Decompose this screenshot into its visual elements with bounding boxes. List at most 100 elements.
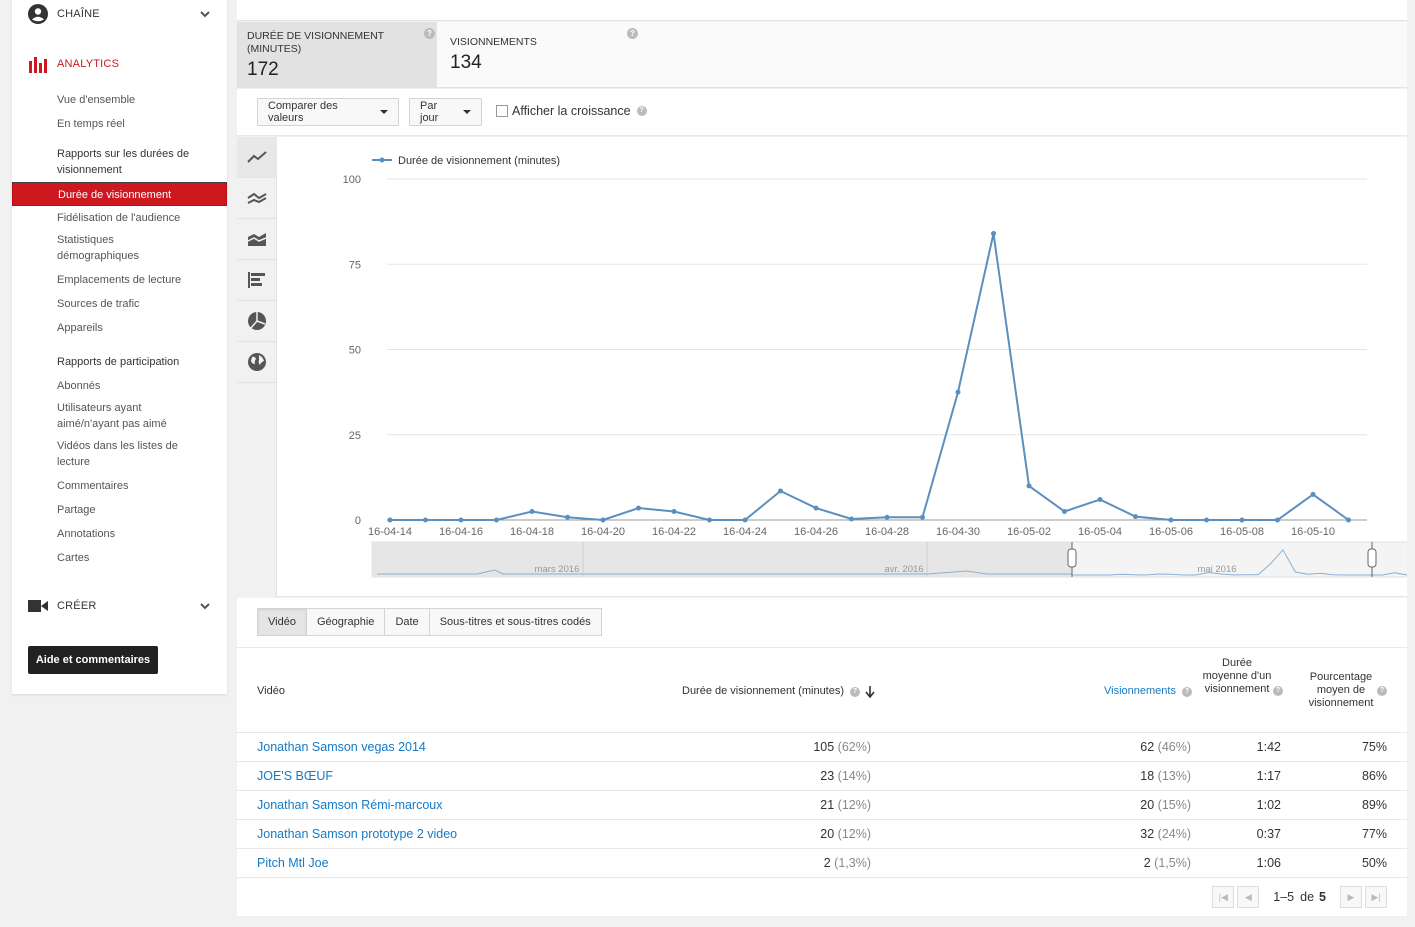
period-dropdown[interactable]: Par jour: [409, 98, 482, 126]
chevron-down-icon[interactable]: [199, 600, 211, 612]
nav-cards[interactable]: Cartes: [57, 550, 222, 566]
help-icon[interactable]: ?: [1377, 686, 1387, 696]
last-page-button[interactable]: ▶|: [1365, 886, 1387, 908]
multiline-chart-button[interactable]: [237, 178, 277, 219]
prev-page-button[interactable]: ◀: [1237, 886, 1260, 908]
watch-value: 21: [820, 798, 835, 812]
tab-date[interactable]: Date: [384, 608, 430, 636]
stacked-area-icon: [247, 233, 267, 246]
y-tick-label: 75: [349, 259, 361, 271]
help-icon[interactable]: ?: [636, 106, 647, 116]
data-point: [1097, 497, 1103, 503]
next-page-button[interactable]: ▶: [1340, 886, 1362, 908]
line-chart-icon: [247, 151, 267, 163]
nav-likes[interactable]: Utilisateurs ayant aimé/n'ayant pas aimé: [57, 400, 182, 432]
watch-cell: 20 (12%): [820, 827, 871, 841]
col-avg-label: Durée moyenne d'un visionnement: [1202, 657, 1272, 695]
table-header: Vidéo Durée de visionnement (minutes) ? …: [237, 647, 1407, 733]
nav-demographics[interactable]: Statistiques démographiques: [57, 232, 167, 264]
nav-devices[interactable]: Appareils: [57, 320, 222, 336]
x-tick-label: 16-04-18: [510, 526, 554, 538]
analytics-section[interactable]: ANALYTICS: [12, 52, 227, 76]
video-title-link[interactable]: Jonathan Samson Rémi-marcoux: [257, 798, 443, 812]
data-point: [494, 517, 499, 523]
channel-label: CHAÎNE: [57, 8, 100, 20]
col-views[interactable]: Visionnements ?: [1104, 685, 1192, 698]
first-page-button[interactable]: |◀: [1212, 886, 1235, 908]
nav-comments[interactable]: Commentaires: [57, 478, 222, 494]
nav-sharing[interactable]: Partage: [57, 502, 222, 518]
nav-traffic-sources[interactable]: Sources de trafic: [57, 296, 222, 312]
col-pct-label: Pourcentage moyen de visionnement: [1308, 671, 1374, 709]
tab-subtitles[interactable]: Sous-titres et sous-titres codés: [428, 608, 602, 636]
nav-overview[interactable]: Vue d'ensemble: [57, 92, 222, 108]
channel-section[interactable]: CHAÎNE: [12, 2, 227, 26]
help-feedback-button[interactable]: Aide et commentaires: [28, 646, 158, 674]
col-video[interactable]: Vidéo: [257, 685, 285, 698]
col-avg-percentage[interactable]: Pourcentage moyen de visionnement: [1299, 671, 1383, 710]
caret-down-icon: [380, 110, 388, 114]
col-watch-time[interactable]: Durée de visionnement (minutes) ?: [682, 685, 875, 698]
views-percent: (13%): [1157, 769, 1191, 783]
y-tick-label: 0: [355, 515, 361, 527]
help-icon[interactable]: ?: [850, 686, 861, 697]
line-chart-button[interactable]: [237, 137, 277, 178]
chart-controls: Comparer des valeurs Par jour Afficher l…: [237, 89, 1407, 136]
data-point: [813, 505, 819, 511]
views-cell: 20 (15%): [1140, 798, 1191, 812]
pie-chart-icon: [248, 312, 266, 330]
data-point: [707, 517, 712, 523]
table-row: JOE'S BŒUF 23 (14%) 18 (13%) 1:17 86%: [237, 762, 1407, 791]
nav-realtime[interactable]: En temps réel: [57, 116, 222, 132]
watch-percent: (62%): [837, 740, 871, 754]
watch-cell: 21 (12%): [820, 798, 871, 812]
help-icon[interactable]: ?: [424, 28, 435, 39]
video-title-link[interactable]: Jonathan Samson prototype 2 video: [257, 827, 457, 841]
pie-chart-button[interactable]: [237, 301, 277, 342]
map-chart-button[interactable]: [237, 342, 277, 383]
avg-percent-cell: 75%: [1361, 740, 1387, 754]
data-point: [884, 514, 890, 520]
data-point: [742, 517, 748, 523]
data-point: [778, 488, 783, 494]
x-tick-label: 16-05-04: [1078, 526, 1122, 538]
x-tick-label: 16-04-28: [865, 526, 909, 538]
video-title-link[interactable]: JOE'S BŒUF: [257, 769, 333, 783]
avg-duration-cell: 0:37: [1256, 827, 1281, 841]
help-icon[interactable]: ?: [627, 28, 638, 39]
watch-cell: 105 (62%): [813, 740, 871, 754]
compare-values-dropdown[interactable]: Comparer des valeurs: [257, 98, 399, 126]
chevron-down-icon[interactable]: [199, 8, 211, 20]
watch-value: 105: [813, 740, 835, 754]
navigator-label: mars 2016: [535, 564, 580, 575]
col-avg-duration[interactable]: Durée moyenne d'un visionnement: [1201, 657, 1273, 696]
metric-label: VISIONNEMENTS: [450, 36, 537, 48]
nav-subscribers[interactable]: Abonnés: [57, 378, 222, 394]
metric-views[interactable]: VISIONNEMENTS 134 ?: [440, 22, 640, 87]
nav-playback-locations[interactable]: Emplacements de lecture: [57, 272, 222, 288]
help-icon[interactable]: ?: [1273, 686, 1283, 696]
tab-video[interactable]: Vidéo: [257, 608, 307, 636]
data-point: [1062, 508, 1067, 514]
data-point: [565, 514, 570, 520]
caret-down-icon: [463, 110, 471, 114]
nav-watch-time[interactable]: Durée de visionnement: [12, 182, 227, 206]
nav-annotations[interactable]: Annotations: [57, 526, 222, 542]
data-point: [387, 517, 393, 523]
create-section[interactable]: CRÉER: [12, 594, 227, 618]
nav-audience-retention[interactable]: Fidélisation de l'audience: [57, 210, 222, 226]
video-title-link[interactable]: Pitch Mtl Joe: [257, 856, 329, 870]
help-icon[interactable]: ?: [1181, 686, 1192, 697]
video-title-link[interactable]: Jonathan Samson vegas 2014: [257, 740, 426, 754]
navigator-handle: [1067, 548, 1077, 568]
sort-descending-icon[interactable]: [865, 685, 875, 698]
views-cell: 2 (1,5%): [1144, 856, 1191, 870]
x-tick-label: 16-05-02: [1007, 526, 1051, 538]
growth-checkbox[interactable]: [496, 105, 508, 117]
nav-playlists[interactable]: Vidéos dans les listes de lecture: [57, 438, 187, 470]
metric-watch-time[interactable]: DURÉE DE VISIONNEMENT (MINUTES) 172 ?: [237, 22, 437, 87]
bar-chart-button[interactable]: [237, 260, 277, 301]
tab-geography[interactable]: Géographie: [305, 608, 386, 636]
area-chart-button[interactable]: [237, 219, 277, 260]
growth-toggle[interactable]: Afficher la croissance ?: [496, 104, 647, 118]
